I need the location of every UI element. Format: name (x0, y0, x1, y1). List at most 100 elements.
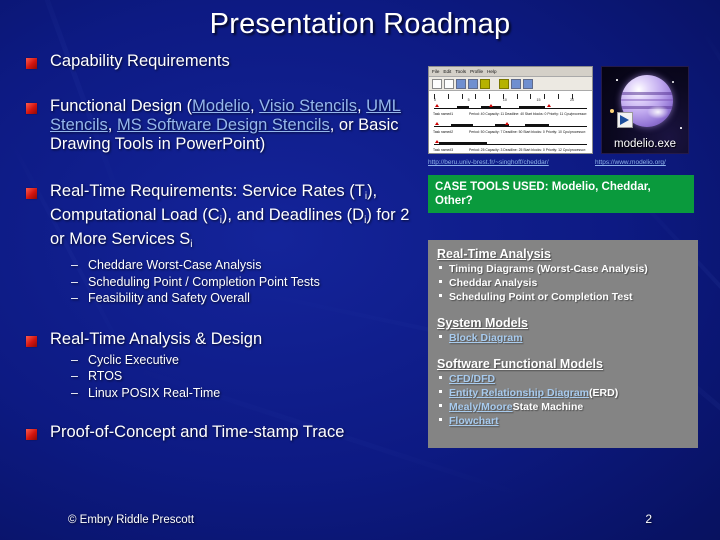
sub-bullet-text: RTOS (88, 369, 123, 383)
bullet-list: Capability Requirements Functional Desig… (26, 52, 426, 456)
link-cfd-dfd[interactable]: CFD/DFD (449, 372, 495, 386)
sub-bullet-text: Feasibility and Safety Overall (88, 291, 250, 305)
ruler-label: 20 (570, 98, 575, 102)
sub-bullet-item: – Feasibility and Safety Overall (71, 290, 426, 307)
task-name-label: Task name#2 (433, 130, 454, 134)
square-bullet-icon (26, 188, 37, 199)
task-execution-bar (519, 106, 545, 109)
panel-list-item: Flowchart (437, 414, 689, 428)
sub-bullet-list-real-time-requirements: – Cheddare Worst-Case Analysis – Schedul… (71, 257, 426, 307)
models-panel: Real-Time Analysis Timing Diagrams (Wors… (428, 240, 698, 448)
panel-item-text: Scheduling Point or Completion Test (449, 291, 633, 303)
panel-item-text: State Machine (512, 401, 584, 413)
small-square-bullet-icon (439, 335, 442, 338)
functional-design-lead: Functional Design ( (50, 97, 193, 115)
url-row: http://beru.univ-brest.fr/~singhoff/ched… (428, 159, 698, 166)
ruler-label: 0 (434, 98, 436, 102)
panel-item-text: Cheddar Analysis (449, 277, 538, 289)
task-name-label: Task name#1 (433, 112, 454, 116)
small-square-bullet-icon (439, 390, 442, 393)
panel-list-item: Scheduling Point or Completion Test (437, 290, 689, 304)
link-visio-stencils[interactable]: Visio Stencils (259, 97, 357, 115)
square-bullet-icon (26, 335, 37, 347)
sub-bullet-item: – Cheddare Worst-Case Analysis (71, 257, 426, 274)
dash-icon: – (71, 369, 78, 383)
cheddar-tool-bar (429, 77, 592, 91)
panel-list-item: CFD/DFD (437, 372, 689, 386)
dash-icon: – (71, 274, 78, 289)
small-square-bullet-icon (439, 376, 442, 379)
ruler-label: 15 (536, 98, 541, 102)
subscript-i: i (190, 239, 193, 250)
panel-list-item: Mealy/Moore State Machine (437, 400, 689, 414)
bullet-text: Functional Design (Modelio, Visio Stenci… (50, 97, 426, 154)
screenshot-row: File Edit Tools Profile Help 0 5 10 15 2… (428, 66, 698, 154)
ruler-label: 5 (467, 98, 470, 102)
link-icon (523, 78, 533, 89)
bullet-text: Real-Time Analysis & Design (50, 329, 263, 348)
sub-bullet-item: – Scheduling Point / Completion Point Te… (71, 274, 426, 291)
link-mealy-moore[interactable]: Mealy/Moore (449, 400, 513, 414)
bullet-item-functional-design: Functional Design (Modelio, Visio Stenci… (26, 97, 426, 154)
shortcut-overlay-icon (617, 112, 633, 128)
time-ruler: 0 5 10 15 20 (434, 94, 587, 102)
page-number: 2 (645, 512, 652, 526)
panel-list-item: Entity Relationship Diagram (ERD) (437, 386, 689, 400)
dash-icon: – (71, 385, 78, 400)
link-modelio-url[interactable]: https://www.modelio.org/ (595, 159, 666, 166)
task-caption: Period: 50 Capacity: 7 Deadline: 50 Star… (469, 130, 586, 134)
bullet-text: Capability Requirements (50, 52, 230, 70)
small-square-bullet-icon (439, 280, 442, 283)
separator: , (356, 97, 367, 115)
cheddar-screenshot-image: File Edit Tools Profile Help 0 5 10 15 2… (428, 66, 593, 154)
modelio-icon-label: modelio.exe (613, 138, 676, 150)
star-icon (680, 127, 682, 129)
link-entity-relationship-diagram[interactable]: Entity Relationship Diagram (449, 386, 589, 400)
cheddar-menu-bar: File Edit Tools Profile Help (429, 67, 592, 77)
case-tools-note: CASE TOOLS USED: Modelio, Cheddar, Other… (428, 175, 694, 213)
link-ms-software-design-stencils[interactable]: MS Software Design Stencils (117, 116, 330, 134)
small-square-bullet-icon (439, 294, 442, 297)
open-file-icon (444, 78, 454, 89)
save-icon (456, 78, 466, 89)
sub-bullet-text: Linux POSIX Real-Time (88, 385, 221, 400)
rt-req-part3: ), and Deadlines (D (221, 206, 365, 224)
link-modelio[interactable]: Modelio (192, 97, 250, 115)
star-icon (616, 79, 618, 81)
menu-profile: Profile (470, 69, 484, 74)
bullet-text: Proof-of-Concept and Time-stamp Trace (50, 423, 345, 441)
task-caption: Period: 25 Capacity: 3 Deadline: 25 Star… (469, 148, 586, 152)
sub-bullet-text: Cyclic Executive (88, 352, 179, 367)
slide-title: Presentation Roadmap (209, 8, 511, 40)
link-cheddar-url[interactable]: http://beru.univ-brest.fr/~singhoff/ched… (428, 159, 595, 166)
star-icon (672, 81, 674, 83)
separator: , (249, 97, 260, 115)
task-execution-bar (451, 124, 473, 127)
rt-req-part1: Real-Time Requirements: Service Rates (T (50, 182, 365, 200)
section-heading-system-models: System Models (437, 316, 529, 330)
task-execution-bar (439, 142, 487, 145)
small-square-bullet-icon (439, 266, 442, 269)
modelio-exe-icon[interactable]: modelio.exe (601, 66, 689, 154)
section-heading-real-time-analysis: Real-Time Analysis (437, 247, 551, 261)
sub-bullet-text: Scheduling Point / Completion Point Test… (88, 274, 320, 289)
bullet-item-capability-requirements: Capability Requirements (26, 52, 426, 71)
bullet-item-real-time-analysis-design: Real-Time Analysis & Design (26, 330, 426, 349)
save-as-icon (468, 78, 478, 89)
sub-bullet-item: – RTOS (71, 368, 426, 385)
sub-bullet-list-real-time-analysis-design: – Cyclic Executive – RTOS – Linux POSIX … (71, 352, 426, 402)
dash-icon: – (71, 258, 78, 272)
section-heading-software-functional-models: Software Functional Models (437, 357, 603, 371)
task-caption: Period: 40 Capacity: 11 Deadline: 40 Sta… (469, 112, 588, 116)
menu-help: Help (487, 69, 497, 74)
small-square-bullet-icon (439, 404, 442, 407)
menu-edit: Edit (443, 69, 452, 74)
run-icon (499, 78, 509, 89)
task-name-label: Task name#3 (433, 148, 454, 152)
link-block-diagram[interactable]: Block Diagram (449, 331, 523, 345)
new-file-icon (432, 78, 442, 89)
link-flowchart[interactable]: Flowchart (449, 414, 499, 428)
right-panel: File Edit Tools Profile Help 0 5 10 15 2… (428, 66, 698, 213)
square-bullet-icon (26, 429, 37, 440)
square-bullet-icon (26, 58, 37, 69)
